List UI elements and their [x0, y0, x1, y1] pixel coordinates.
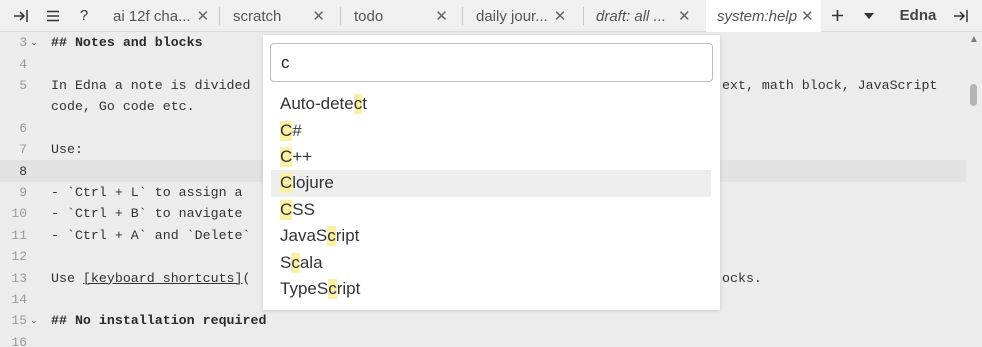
vertical-scrollbar[interactable]: ▲ — [966, 32, 982, 347]
tab-daily-journal[interactable]: daily jour... ✕ — [476, 0, 570, 32]
scrollbar-thumb[interactable] — [970, 84, 977, 106]
match-highlight: c — [327, 226, 336, 247]
language-search-input[interactable] — [270, 43, 713, 82]
close-icon[interactable]: ✕ — [312, 7, 325, 25]
line-text: code, Go code etc. — [51, 99, 195, 115]
collapse-sidebar-icon[interactable] — [8, 0, 34, 32]
language-option-cpp[interactable]: C ++ — [271, 144, 711, 170]
line-number: 8 — [19, 163, 27, 179]
tab-bar: ? ai 12f cha... ✕ scratch ✕ todo ✕ daily… — [0, 0, 982, 32]
scroll-up-arrow-icon[interactable]: ▲ — [969, 34, 979, 45]
tab-label: ai 12f cha... — [113, 7, 191, 25]
language-option-auto-detect[interactable]: Auto-dete c t — [271, 91, 711, 117]
line-text: In Edna a note is divided — [51, 77, 251, 93]
tab-todo[interactable]: todo ✕ — [354, 0, 458, 32]
match-highlight: C — [280, 120, 293, 141]
tab-label: draft: all ... — [596, 7, 667, 25]
line-text: ocks. — [722, 270, 762, 286]
match-highlight: c — [353, 94, 363, 115]
language-option-css[interactable]: C SS — [271, 197, 711, 223]
editor-line: 15 ⌄ ## No installation required — [0, 310, 966, 331]
help-button[interactable]: ? — [76, 0, 92, 32]
fold-chevron-icon[interactable]: ⌄ — [27, 38, 41, 48]
line-text: - `Ctrl + L` to assign a — [51, 184, 243, 200]
line-number: 6 — [19, 120, 27, 136]
close-icon[interactable]: ✕ — [435, 7, 448, 25]
match-highlight: C — [280, 199, 293, 220]
keyboard-shortcuts-link[interactable]: [keyboard shortcuts] — [83, 271, 243, 286]
match-highlight: c — [291, 252, 300, 273]
line-number: 11 — [11, 227, 27, 243]
close-icon[interactable]: ✕ — [801, 7, 814, 25]
language-options-list: Auto-dete c t C # C ++ Clojure C SS JavaS c rip… — [271, 91, 711, 302]
line-text: Use [keyboard shortcuts]( — [51, 270, 251, 286]
line-number: 4 — [19, 56, 27, 72]
line-number: 3 — [19, 35, 27, 51]
tab-label: scratch — [233, 7, 282, 25]
line-text: - `Ctrl + A` and `Delete` — [51, 227, 251, 243]
line-text: Use: — [51, 142, 83, 158]
close-icon[interactable]: ✕ — [678, 7, 691, 25]
language-option-javascript[interactable]: JavaS c ript — [271, 223, 711, 249]
tab-label: todo — [354, 7, 384, 25]
line-text: ## Notes and blocks — [51, 35, 203, 51]
match-highlight: C — [280, 146, 293, 167]
language-option-csharp[interactable]: C # — [271, 117, 711, 143]
line-number: 7 — [19, 142, 27, 158]
expand-sidebar-icon[interactable] — [950, 0, 972, 32]
tab-ai-chat[interactable]: ai 12f cha... ✕ — [113, 0, 211, 32]
line-number: 15 — [11, 313, 27, 329]
line-text: ext, math block, JavaScript — [722, 77, 938, 93]
line-number: 9 — [19, 184, 27, 200]
match-highlight: c — [328, 278, 337, 299]
tab-system-help[interactable]: system:help ✕ — [706, 0, 821, 32]
app-brand[interactable]: Edna — [898, 0, 938, 32]
tab-draft[interactable]: draft: all ... ✕ — [596, 0, 692, 32]
fold-chevron-icon[interactable]: ⌄ — [27, 316, 41, 326]
language-option-typescript[interactable]: TypeS c ript — [271, 276, 711, 302]
language-option-clojure[interactable]: Clojure — [271, 170, 711, 197]
close-icon[interactable]: ✕ — [197, 7, 210, 25]
add-tab-button[interactable] — [828, 0, 846, 32]
line-number: 12 — [11, 249, 27, 265]
tab-scratch[interactable]: scratch ✕ — [233, 0, 333, 32]
line-number: 5 — [19, 77, 27, 93]
tab-list-dropdown-icon[interactable] — [860, 0, 878, 32]
line-number: 16 — [11, 334, 27, 347]
line-text: - `Ctrl + B` to navigate — [51, 206, 243, 222]
tab-label: system:help — [717, 7, 798, 25]
close-icon[interactable]: ✕ — [554, 7, 567, 25]
line-number: 14 — [11, 291, 27, 307]
tab-label: daily jour... — [476, 7, 548, 25]
line-number: 13 — [11, 270, 27, 286]
line-number: 10 — [11, 206, 27, 222]
language-picker-dialog: Auto-detect C# C++ Clojure CSS JavaScrip… — [263, 35, 720, 310]
line-text: ## No installation required — [51, 313, 267, 329]
hamburger-menu-icon[interactable] — [42, 0, 64, 32]
language-option-scala[interactable]: Sc ala — [271, 249, 711, 275]
editor-line: 16 — [0, 332, 966, 347]
match-highlight: C — [280, 173, 293, 194]
